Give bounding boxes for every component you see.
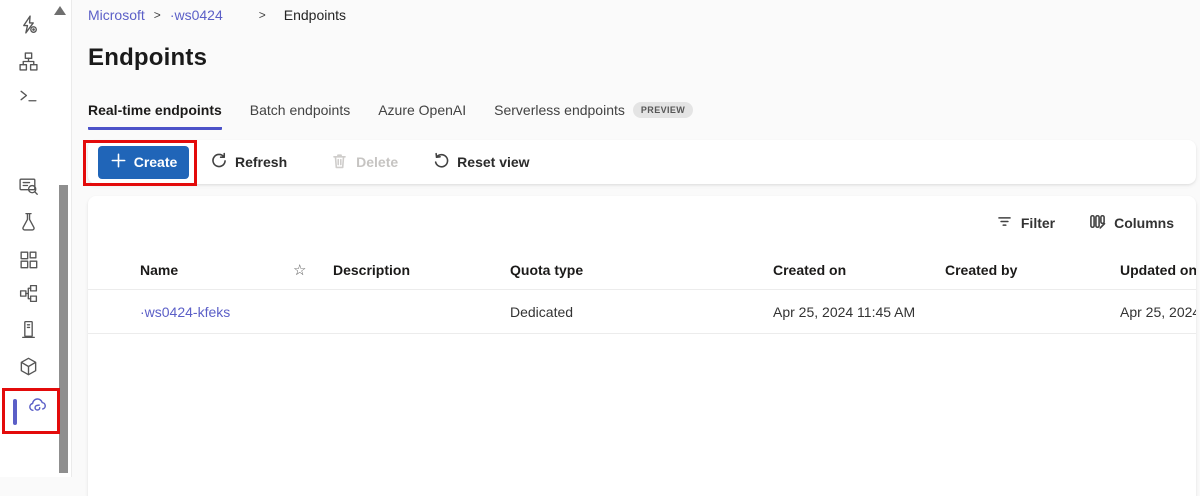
page-title: Endpoints	[88, 44, 207, 72]
tab-real-time-endpoints[interactable]: Real-time endpoints	[88, 102, 222, 130]
cell-updated-on: Apr 25, 2024	[1120, 304, 1196, 320]
left-sidebar	[0, 0, 72, 477]
breadcrumb-item-workspace[interactable]: ·ws0424	[170, 7, 223, 23]
chevron-right-icon: >	[259, 8, 266, 22]
sidebar-item-models[interactable]	[17, 358, 39, 380]
cell-created-on: Apr 25, 2024 11:45 AM	[773, 304, 945, 320]
experiments-icon	[18, 211, 39, 237]
chevron-right-icon: >	[154, 8, 161, 22]
sidebar-item-designer[interactable]	[17, 53, 39, 75]
breadcrumb: Microsoft > ·ws0424 > Endpoints	[88, 7, 346, 23]
endpoints-cloud-icon	[27, 395, 48, 421]
sidebar-item-terminal[interactable]	[17, 87, 39, 109]
reset-view-button[interactable]: Reset view	[432, 152, 529, 172]
refresh-button[interactable]: Refresh	[210, 152, 287, 172]
breadcrumb-item-microsoft[interactable]: Microsoft	[88, 7, 145, 23]
tab-batch-endpoints[interactable]: Batch endpoints	[250, 102, 350, 130]
plus-icon	[110, 152, 127, 172]
sidebar-item-components[interactable]	[17, 251, 39, 273]
cell-quota-type: Dedicated	[510, 304, 773, 320]
sidebar-scrollbar[interactable]	[59, 185, 68, 473]
filter-icon	[996, 213, 1013, 233]
create-button[interactable]: Create	[98, 146, 189, 179]
endpoint-name-link[interactable]: ·ws0424-kfeks	[140, 304, 230, 320]
column-header-created-on[interactable]: Created on	[773, 262, 945, 278]
sidebar-item-automated-ml[interactable]	[17, 16, 39, 38]
sidebar-item-endpoints[interactable]	[26, 397, 48, 419]
column-header-quota-type[interactable]: Quota type	[510, 262, 773, 278]
breadcrumb-item-current: Endpoints	[284, 7, 346, 23]
sidebar-scroll-up-icon[interactable]	[54, 6, 66, 15]
table-header-row: Name ☆ Description Quota type Created on…	[88, 250, 1196, 290]
preview-badge: PREVIEW	[633, 102, 693, 118]
sidebar-item-job-monitor[interactable]	[17, 177, 39, 199]
sidebar-item-compute[interactable]	[17, 321, 39, 343]
tab-serverless-endpoints[interactable]: Serverless endpoints PREVIEW	[494, 102, 693, 130]
compute-icon	[18, 319, 39, 345]
sidebar-item-pipelines[interactable]	[17, 285, 39, 307]
sidebar-item-experiments[interactable]	[17, 213, 39, 235]
pipelines-icon	[18, 283, 39, 309]
columns-icon	[1089, 213, 1106, 233]
column-header-created-by[interactable]: Created by	[945, 262, 1120, 278]
endpoints-page: Microsoft > ·ws0424 > Endpoints Endpoint…	[0, 0, 1200, 477]
automated-ml-icon	[18, 14, 39, 40]
active-item-indicator	[13, 399, 17, 425]
tab-azure-openai[interactable]: Azure OpenAI	[378, 102, 466, 130]
filter-button[interactable]: Filter	[996, 213, 1055, 233]
reset-view-icon	[432, 152, 449, 172]
models-icon	[18, 356, 39, 382]
designer-icon	[18, 51, 39, 77]
column-header-description[interactable]: Description	[333, 262, 510, 278]
columns-button[interactable]: Columns	[1089, 213, 1174, 233]
job-monitor-icon	[18, 175, 39, 201]
trash-icon	[331, 152, 348, 172]
tab-bar: Real-time endpoints Batch endpoints Azur…	[88, 102, 693, 130]
table-commands: Filter Columns	[88, 196, 1196, 250]
table-row[interactable]: ·ws0424-kfeks Dedicated Apr 25, 2024 11:…	[88, 290, 1196, 334]
delete-button[interactable]: Delete	[331, 152, 398, 172]
endpoints-table-panel: Filter Columns Name ☆ Description Quota …	[88, 196, 1196, 496]
terminal-icon	[18, 85, 39, 111]
refresh-icon	[210, 152, 227, 172]
column-header-name[interactable]: Name	[140, 262, 293, 278]
components-icon	[18, 249, 39, 275]
command-toolbar: Create Refresh Delete Reset view	[88, 140, 1196, 184]
favorite-star-icon[interactable]: ☆	[293, 261, 333, 279]
column-header-updated-on[interactable]: Updated on	[1120, 262, 1196, 278]
